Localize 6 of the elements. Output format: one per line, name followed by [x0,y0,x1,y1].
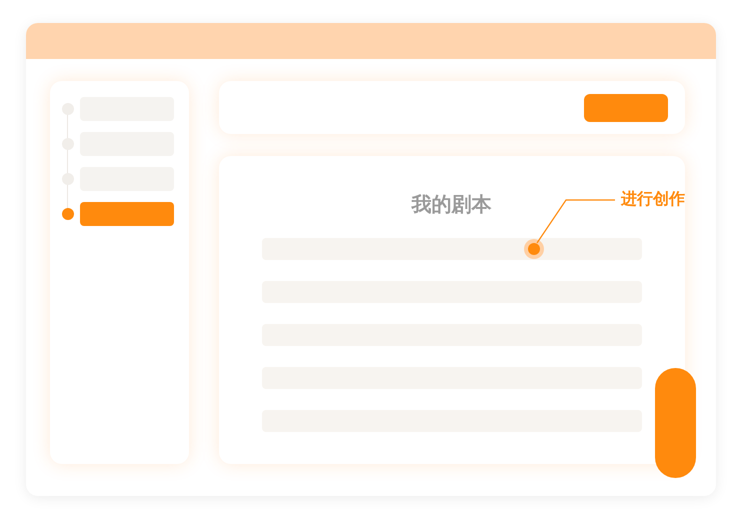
list-row[interactable] [262,238,642,260]
sidebar-item[interactable] [80,202,174,226]
scroll-handle[interactable] [655,368,696,478]
callout-label: 进行创作 [621,189,685,209]
action-button[interactable] [584,94,668,122]
card-title: 我的剧本 [412,191,492,218]
